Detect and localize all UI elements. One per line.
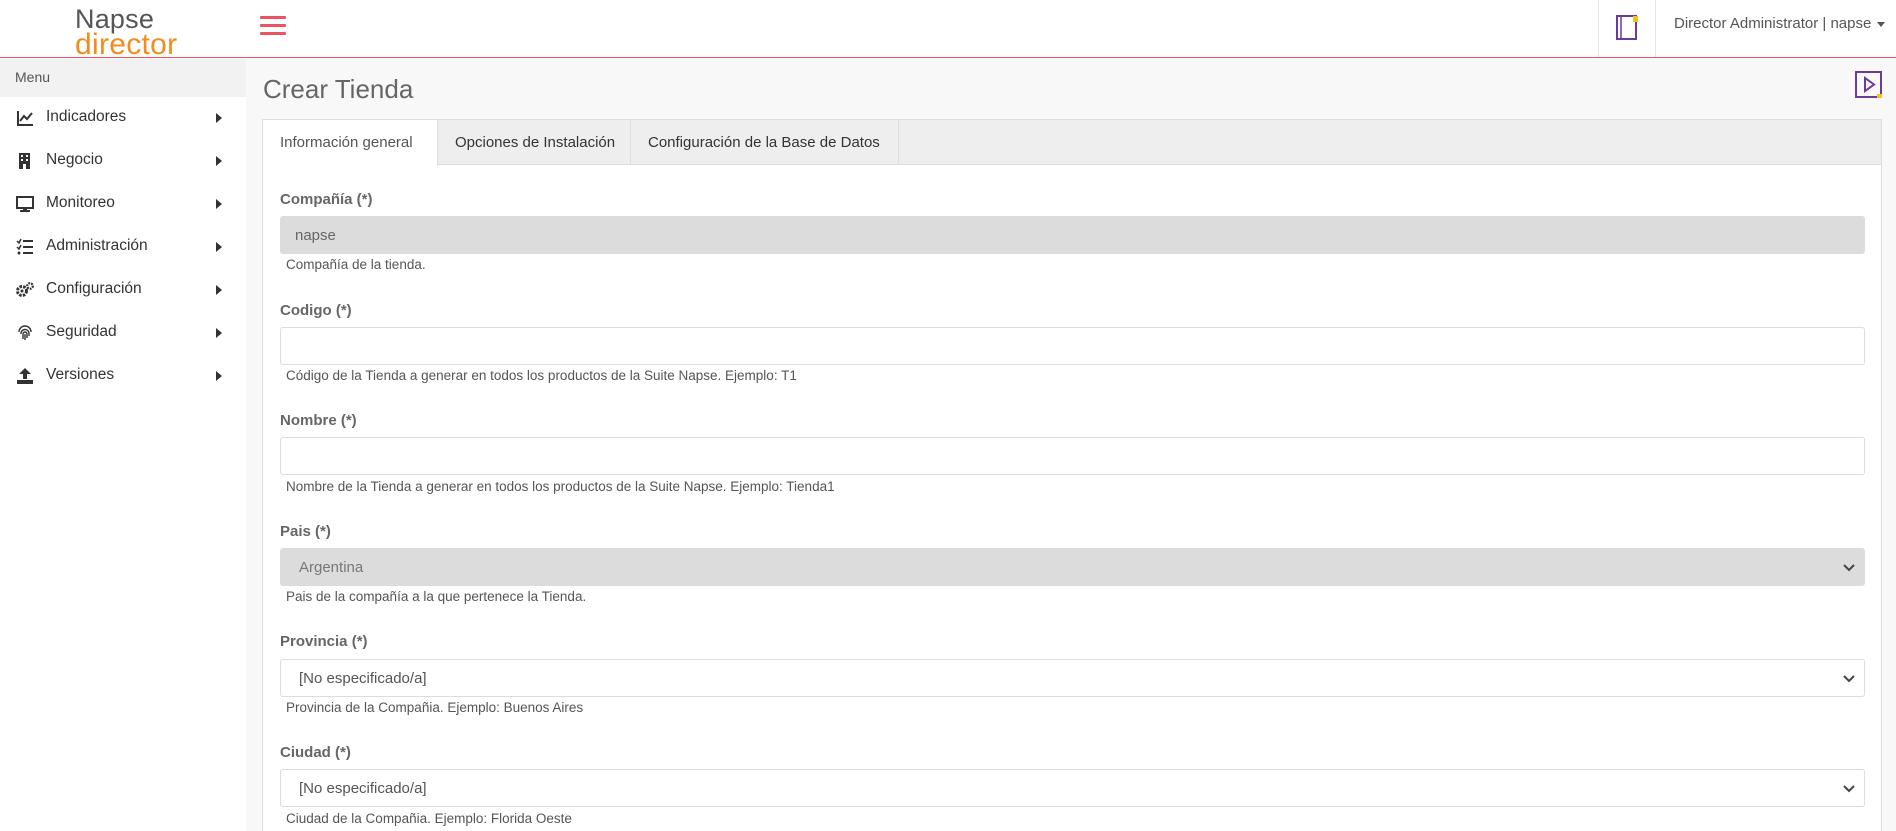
- caret-right-icon: [216, 328, 222, 338]
- caret-right-icon: [216, 285, 222, 295]
- menu-heading: Menu: [0, 59, 246, 97]
- form-card: Información general Opciones de Instalac…: [262, 119, 1882, 831]
- caret-right-icon: [216, 199, 222, 209]
- tab-informacion-general[interactable]: Información general: [263, 120, 438, 166]
- tab-configuracion-base-datos[interactable]: Configuración de la Base de Datos: [631, 120, 899, 165]
- nombre-label: Nombre (*): [280, 412, 357, 429]
- logo-line-2: director: [75, 28, 178, 61]
- monitor-icon: [16, 196, 34, 212]
- pais-help: Pais de la compañía a la que pertenece l…: [286, 589, 587, 604]
- sidebar-item-label: Administración: [46, 237, 148, 254]
- sidebar-item-label: Negocio: [46, 151, 103, 168]
- codigo-label: Codigo (*): [280, 302, 352, 319]
- ciudad-select[interactable]: [No especificado/a]: [280, 769, 1865, 807]
- hamburger-menu-icon[interactable]: [260, 15, 286, 37]
- page-title: Crear Tienda: [263, 74, 414, 104]
- header-divider: [1598, 0, 1599, 57]
- book-icon[interactable]: [1614, 14, 1640, 42]
- chart-line-icon: [17, 111, 33, 126]
- sidebar-item-administracion[interactable]: Administración: [0, 225, 246, 268]
- provincia-help: Provincia de la Compañia. Ejemplo: Bueno…: [286, 700, 584, 715]
- pais-label: Pais (*): [280, 523, 331, 540]
- building-icon: [19, 153, 30, 169]
- pais-select-value: Argentina: [299, 559, 364, 576]
- ciudad-label: Ciudad (*): [280, 744, 351, 761]
- sidebar: Menu Indicadores Negocio Monitoreo Admin…: [0, 59, 246, 831]
- sidebar-item-seguridad[interactable]: Seguridad: [0, 311, 246, 354]
- tab-opciones-instalacion[interactable]: Opciones de Instalación: [438, 120, 631, 165]
- header-divider: [1655, 0, 1656, 57]
- compania-help: Compañía de la tienda.: [286, 257, 426, 272]
- list-check-icon: [16, 238, 33, 255]
- sidebar-item-label: Seguridad: [46, 323, 117, 340]
- caret-right-icon: [216, 113, 222, 123]
- chevron-down-icon: [1843, 785, 1855, 793]
- user-menu-label: Director Administrator | napse: [1674, 15, 1872, 32]
- sidebar-item-versiones[interactable]: Versiones: [0, 354, 246, 397]
- caret-right-icon: [216, 242, 222, 252]
- sidebar-item-monitoreo[interactable]: Monitoreo: [0, 182, 246, 225]
- pais-select[interactable]: Argentina: [280, 548, 1865, 586]
- caret-right-icon: [216, 371, 222, 381]
- sidebar-item-label: Versiones: [46, 366, 115, 383]
- caret-down-icon: [1877, 21, 1886, 27]
- nombre-help: Nombre de la Tienda a generar en todos l…: [286, 479, 835, 494]
- provincia-select[interactable]: [No especificado/a]: [280, 659, 1865, 697]
- top-bar: Napse director Director Administrator | …: [0, 0, 1896, 61]
- provincia-label: Provincia (*): [280, 633, 368, 650]
- ciudad-select-value: [No especificado/a]: [299, 780, 427, 797]
- sidebar-item-configuracion[interactable]: Configuración: [0, 268, 246, 311]
- caret-right-icon: [216, 156, 222, 166]
- nombre-input[interactable]: [280, 437, 1865, 475]
- upload-icon: [17, 368, 33, 384]
- chevron-down-icon: [1843, 675, 1855, 683]
- fingerprint-icon: [18, 325, 32, 340]
- sidebar-item-indicadores[interactable]: Indicadores: [0, 96, 246, 139]
- sidebar-item-label: Monitoreo: [46, 194, 115, 211]
- chevron-down-icon: [1843, 564, 1855, 572]
- ciudad-help: Ciudad de la Compañia. Ejemplo: Florida …: [286, 811, 572, 826]
- sidebar-item-negocio[interactable]: Negocio: [0, 139, 246, 182]
- codigo-input[interactable]: [280, 327, 1865, 365]
- provincia-select-value: [No especificado/a]: [299, 670, 427, 687]
- codigo-help: Código de la Tienda a generar en todos l…: [286, 368, 797, 383]
- gears-icon: [16, 282, 34, 297]
- play-video-icon[interactable]: [1855, 70, 1883, 100]
- compania-input[interactable]: [280, 216, 1865, 254]
- user-menu-dropdown[interactable]: Director Administrator | napse: [1674, 15, 1886, 32]
- tab-bar: Información general Opciones de Instalac…: [263, 120, 1881, 166]
- napse-director-logo[interactable]: Napse director: [75, 4, 185, 61]
- sidebar-item-label: Configuración: [46, 280, 142, 297]
- compania-label: Compañía (*): [280, 191, 373, 208]
- sidebar-item-label: Indicadores: [46, 108, 127, 125]
